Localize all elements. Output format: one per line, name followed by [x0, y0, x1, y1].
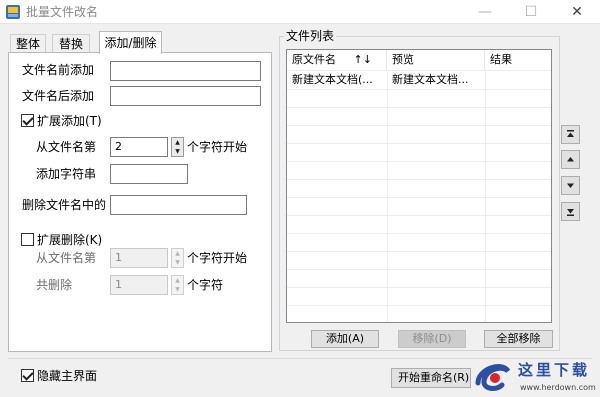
del-count-input: 1: [110, 275, 168, 295]
delete-in-name-input[interactable]: [110, 195, 247, 215]
maximize-icon: ☐: [524, 4, 538, 20]
start-rename-button[interactable]: 开始重命名(R): [391, 368, 471, 388]
del-count-label: 共删除: [36, 278, 73, 292]
suffix-input[interactable]: [110, 86, 261, 106]
minimize-button[interactable]: —: [462, 0, 508, 24]
del-from-spinner: ▲ ▼: [171, 248, 184, 268]
watermark-text: 这里下载: [518, 361, 591, 379]
add-from-pos-unit: 个字符开始: [187, 140, 248, 154]
window-title: 批量文件改名: [26, 5, 99, 19]
grid-line: [287, 269, 551, 270]
grid-line: [287, 251, 551, 252]
app-icon: [6, 5, 20, 19]
move-down-icon: [567, 183, 574, 188]
file-list-view[interactable]: 原文件名 ↑↓ 预览 结果 新建文本文档(... 新建文本文档...: [286, 49, 552, 323]
grid-line: [287, 89, 551, 90]
grid-line: [287, 215, 551, 216]
spin-down-icon: ▼: [175, 286, 180, 293]
add-from-pos-input[interactable]: 2: [110, 137, 168, 157]
spin-down-icon[interactable]: ▼: [172, 147, 183, 156]
spin-down-icon: ▼: [175, 259, 180, 266]
move-up-button[interactable]: [561, 150, 580, 169]
move-up-icon: [567, 157, 574, 162]
move-top-button[interactable]: [561, 125, 580, 144]
close-icon: ✕: [571, 4, 583, 20]
move-bottom-button[interactable]: [561, 202, 580, 221]
sort-arrows-icon: ↑↓: [353, 53, 372, 66]
grid-line: [287, 107, 551, 108]
table-row[interactable]: 新建文本文档(... 新建文本文档...: [287, 71, 551, 89]
hide-main-label[interactable]: 隐藏主界面: [37, 368, 97, 384]
remove-all-button[interactable]: 全部移除: [484, 330, 553, 348]
close-button[interactable]: ✕: [554, 0, 600, 24]
column-header-result[interactable]: 结果: [485, 50, 551, 70]
column-header-original[interactable]: 原文件名 ↑↓: [287, 50, 387, 70]
cell-preview: 新建文本文档...: [392, 73, 469, 86]
grid-line: [287, 197, 551, 198]
del-from-unit: 个字符开始: [187, 251, 248, 265]
add-string-label: 添加字符串: [36, 167, 97, 181]
add-files-button[interactable]: 添加(A): [311, 330, 379, 348]
del-count-spinner: ▲ ▼: [171, 275, 184, 295]
tab-overall[interactable]: 整体: [10, 34, 46, 53]
grid-line: [287, 233, 551, 234]
delete-in-name-label: 删除文件名中的: [22, 198, 107, 212]
suffix-label: 文件名后添加: [22, 89, 95, 103]
grid-line: [287, 305, 551, 306]
del-from-label: 从文件名第: [36, 251, 97, 265]
cell-original: 新建文本文档(...: [292, 73, 373, 86]
cell-result: [485, 71, 551, 89]
grid-line: [287, 179, 551, 180]
grid-line: [287, 287, 551, 288]
title-bar[interactable]: 批量文件改名 — ☐ ✕: [0, 0, 600, 24]
extend-delete-checkbox[interactable]: [21, 233, 34, 246]
file-list-title: 文件列表: [284, 28, 337, 44]
tab-replace[interactable]: 替换: [52, 34, 90, 53]
del-count-unit: 个字符: [187, 278, 224, 292]
grid-line: [287, 143, 551, 144]
column-header-preview[interactable]: 预览: [387, 50, 485, 70]
extend-add-checkbox[interactable]: [21, 114, 34, 127]
tab-add-delete[interactable]: 添加/删除: [99, 31, 162, 54]
maximize-button[interactable]: ☐: [508, 0, 554, 24]
move-top-icon: [567, 130, 574, 137]
spin-up-icon[interactable]: ▲: [172, 138, 183, 147]
extend-delete-label[interactable]: 扩展删除(K): [37, 232, 102, 248]
del-from-input: 1: [110, 248, 168, 268]
prefix-label: 文件名前添加: [22, 63, 95, 77]
add-from-pos-spinner[interactable]: ▲ ▼: [171, 137, 184, 157]
prefix-input[interactable]: [110, 61, 261, 81]
watermark-url: www.herdown.com: [520, 383, 596, 392]
spin-up-icon: ▲: [175, 250, 180, 257]
remove-file-button: 移除(D): [398, 330, 466, 348]
move-bottom-icon: [567, 209, 574, 216]
extend-add-label[interactable]: 扩展添加(T): [37, 113, 102, 129]
add-string-input[interactable]: [110, 164, 188, 184]
hide-main-checkbox[interactable]: [21, 369, 34, 382]
watermark-logo: [475, 364, 511, 391]
grid-line: [287, 125, 551, 126]
minimize-icon: —: [478, 4, 492, 20]
grid-line: [287, 161, 551, 162]
move-down-button[interactable]: [561, 176, 580, 195]
spin-up-icon: ▲: [175, 277, 180, 284]
add-from-pos-label: 从文件名第: [36, 140, 97, 154]
